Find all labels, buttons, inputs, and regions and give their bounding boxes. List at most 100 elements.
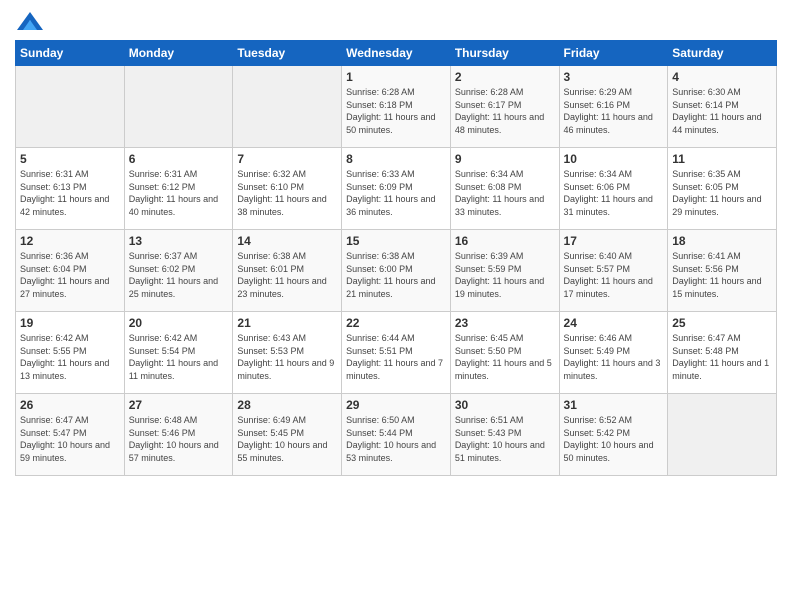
logo-icon [15, 10, 45, 38]
calendar-cell: 24 Sunrise: 6:46 AM Sunset: 5:49 PM Dayli… [559, 312, 668, 394]
day-info: Sunrise: 6:38 AM Sunset: 6:00 PM Dayligh… [346, 250, 446, 300]
day-number: 1 [346, 70, 446, 84]
main-container: SundayMondayTuesdayWednesdayThursdayFrid… [0, 0, 792, 486]
day-number: 11 [672, 152, 772, 166]
day-number: 26 [20, 398, 120, 412]
calendar-cell [668, 394, 777, 476]
calendar-cell: 19Sunrise: 6:42 AM Sunset: 5:55 PM Dayli… [16, 312, 125, 394]
calendar-cell: 30 Sunrise: 6:51 AM Sunset: 5:43 PM Dayli… [450, 394, 559, 476]
day-info: Sunrise: 6:28 AM Sunset: 6:18 PM Dayligh… [346, 86, 446, 136]
day-number: 22 [346, 316, 446, 330]
calendar-cell: 20 Sunrise: 6:42 AM Sunset: 5:54 PM Dayli… [124, 312, 233, 394]
day-info: Sunrise: 6:29 AM Sunset: 6:16 PM Dayligh… [564, 86, 664, 136]
day-number: 31 [564, 398, 664, 412]
day-number: 6 [129, 152, 229, 166]
day-info: Sunrise: 6:31 AM Sunset: 6:12 PM Dayligh… [129, 168, 229, 218]
calendar-header: SundayMondayTuesdayWednesdayThursdayFrid… [16, 41, 777, 66]
calendar-cell: 11Sunrise: 6:35 AM Sunset: 6:05 PM Dayli… [668, 148, 777, 230]
day-info: Sunrise: 6:47 AM Sunset: 5:47 PM Dayligh… [20, 414, 120, 464]
day-info: Sunrise: 6:33 AM Sunset: 6:09 PM Dayligh… [346, 168, 446, 218]
header [15, 10, 777, 38]
day-info: Sunrise: 6:45 AM Sunset: 5:50 PM Dayligh… [455, 332, 555, 382]
weekday-header-saturday: Saturday [668, 41, 777, 66]
calendar-cell: 3 Sunrise: 6:29 AM Sunset: 6:16 PM Daylig… [559, 66, 668, 148]
day-number: 20 [129, 316, 229, 330]
calendar-cell: 17 Sunrise: 6:40 AM Sunset: 5:57 PM Dayli… [559, 230, 668, 312]
calendar-cell: 21 Sunrise: 6:43 AM Sunset: 5:53 PM Dayli… [233, 312, 342, 394]
calendar-cell: 31 Sunrise: 6:52 AM Sunset: 5:42 PM Dayli… [559, 394, 668, 476]
calendar-cell: 2 Sunrise: 6:28 AM Sunset: 6:17 PM Daylig… [450, 66, 559, 148]
day-info: Sunrise: 6:41 AM Sunset: 5:56 PM Dayligh… [672, 250, 772, 300]
calendar-cell: 29Sunrise: 6:50 AM Sunset: 5:44 PM Dayli… [342, 394, 451, 476]
day-number: 7 [237, 152, 337, 166]
calendar-cell: 18Sunrise: 6:41 AM Sunset: 5:56 PM Dayli… [668, 230, 777, 312]
day-number: 15 [346, 234, 446, 248]
day-number: 25 [672, 316, 772, 330]
day-number: 3 [564, 70, 664, 84]
day-number: 14 [237, 234, 337, 248]
day-number: 5 [20, 152, 120, 166]
calendar-week-5: 26 Sunrise: 6:47 AM Sunset: 5:47 PM Dayli… [16, 394, 777, 476]
calendar-cell: 13Sunrise: 6:37 AM Sunset: 6:02 PM Dayli… [124, 230, 233, 312]
day-info: Sunrise: 6:47 AM Sunset: 5:48 PM Dayligh… [672, 332, 772, 382]
calendar-cell: 8 Sunrise: 6:33 AM Sunset: 6:09 PM Daylig… [342, 148, 451, 230]
day-info: Sunrise: 6:43 AM Sunset: 5:53 PM Dayligh… [237, 332, 337, 382]
day-info: Sunrise: 6:52 AM Sunset: 5:42 PM Dayligh… [564, 414, 664, 464]
calendar-cell: 9 Sunrise: 6:34 AM Sunset: 6:08 PM Daylig… [450, 148, 559, 230]
calendar-cell: 1 Sunrise: 6:28 AM Sunset: 6:18 PM Daylig… [342, 66, 451, 148]
calendar-cell: 6 Sunrise: 6:31 AM Sunset: 6:12 PM Daylig… [124, 148, 233, 230]
calendar-week-4: 19Sunrise: 6:42 AM Sunset: 5:55 PM Dayli… [16, 312, 777, 394]
day-info: Sunrise: 6:32 AM Sunset: 6:10 PM Dayligh… [237, 168, 337, 218]
day-number: 30 [455, 398, 555, 412]
calendar-cell: 12Sunrise: 6:36 AM Sunset: 6:04 PM Dayli… [16, 230, 125, 312]
day-number: 28 [237, 398, 337, 412]
calendar-cell [16, 66, 125, 148]
day-number: 10 [564, 152, 664, 166]
calendar-body: 1 Sunrise: 6:28 AM Sunset: 6:18 PM Daylig… [16, 66, 777, 476]
weekday-header-friday: Friday [559, 41, 668, 66]
day-number: 2 [455, 70, 555, 84]
day-info: Sunrise: 6:44 AM Sunset: 5:51 PM Dayligh… [346, 332, 446, 382]
day-number: 4 [672, 70, 772, 84]
calendar-cell: 22 Sunrise: 6:44 AM Sunset: 5:51 PM Dayli… [342, 312, 451, 394]
weekday-header-monday: Monday [124, 41, 233, 66]
day-info: Sunrise: 6:31 AM Sunset: 6:13 PM Dayligh… [20, 168, 120, 218]
weekday-header-sunday: Sunday [16, 41, 125, 66]
weekday-header-tuesday: Tuesday [233, 41, 342, 66]
logo [15, 10, 49, 38]
calendar-cell [124, 66, 233, 148]
day-info: Sunrise: 6:42 AM Sunset: 5:54 PM Dayligh… [129, 332, 229, 382]
day-info: Sunrise: 6:39 AM Sunset: 5:59 PM Dayligh… [455, 250, 555, 300]
calendar-cell: 5 Sunrise: 6:31 AM Sunset: 6:13 PM Daylig… [16, 148, 125, 230]
calendar-cell: 28 Sunrise: 6:49 AM Sunset: 5:45 PM Dayli… [233, 394, 342, 476]
day-number: 17 [564, 234, 664, 248]
day-info: Sunrise: 6:42 AM Sunset: 5:55 PM Dayligh… [20, 332, 120, 382]
calendar-cell: 7 Sunrise: 6:32 AM Sunset: 6:10 PM Daylig… [233, 148, 342, 230]
day-info: Sunrise: 6:37 AM Sunset: 6:02 PM Dayligh… [129, 250, 229, 300]
calendar-cell [233, 66, 342, 148]
calendar-week-3: 12Sunrise: 6:36 AM Sunset: 6:04 PM Dayli… [16, 230, 777, 312]
day-number: 8 [346, 152, 446, 166]
day-number: 16 [455, 234, 555, 248]
calendar-cell: 4Sunrise: 6:30 AM Sunset: 6:14 PM Daylig… [668, 66, 777, 148]
calendar-cell: 27Sunrise: 6:48 AM Sunset: 5:46 PM Dayli… [124, 394, 233, 476]
calendar-cell: 26 Sunrise: 6:47 AM Sunset: 5:47 PM Dayli… [16, 394, 125, 476]
calendar-cell: 23 Sunrise: 6:45 AM Sunset: 5:50 PM Dayli… [450, 312, 559, 394]
weekday-header-wednesday: Wednesday [342, 41, 451, 66]
weekday-header-thursday: Thursday [450, 41, 559, 66]
day-info: Sunrise: 6:49 AM Sunset: 5:45 PM Dayligh… [237, 414, 337, 464]
day-info: Sunrise: 6:38 AM Sunset: 6:01 PM Dayligh… [237, 250, 337, 300]
day-number: 21 [237, 316, 337, 330]
day-info: Sunrise: 6:46 AM Sunset: 5:49 PM Dayligh… [564, 332, 664, 382]
day-number: 23 [455, 316, 555, 330]
calendar-week-1: 1 Sunrise: 6:28 AM Sunset: 6:18 PM Daylig… [16, 66, 777, 148]
day-info: Sunrise: 6:34 AM Sunset: 6:06 PM Dayligh… [564, 168, 664, 218]
day-info: Sunrise: 6:34 AM Sunset: 6:08 PM Dayligh… [455, 168, 555, 218]
day-info: Sunrise: 6:51 AM Sunset: 5:43 PM Dayligh… [455, 414, 555, 464]
day-number: 9 [455, 152, 555, 166]
day-info: Sunrise: 6:40 AM Sunset: 5:57 PM Dayligh… [564, 250, 664, 300]
day-number: 24 [564, 316, 664, 330]
day-info: Sunrise: 6:50 AM Sunset: 5:44 PM Dayligh… [346, 414, 446, 464]
day-info: Sunrise: 6:36 AM Sunset: 6:04 PM Dayligh… [20, 250, 120, 300]
day-info: Sunrise: 6:28 AM Sunset: 6:17 PM Dayligh… [455, 86, 555, 136]
